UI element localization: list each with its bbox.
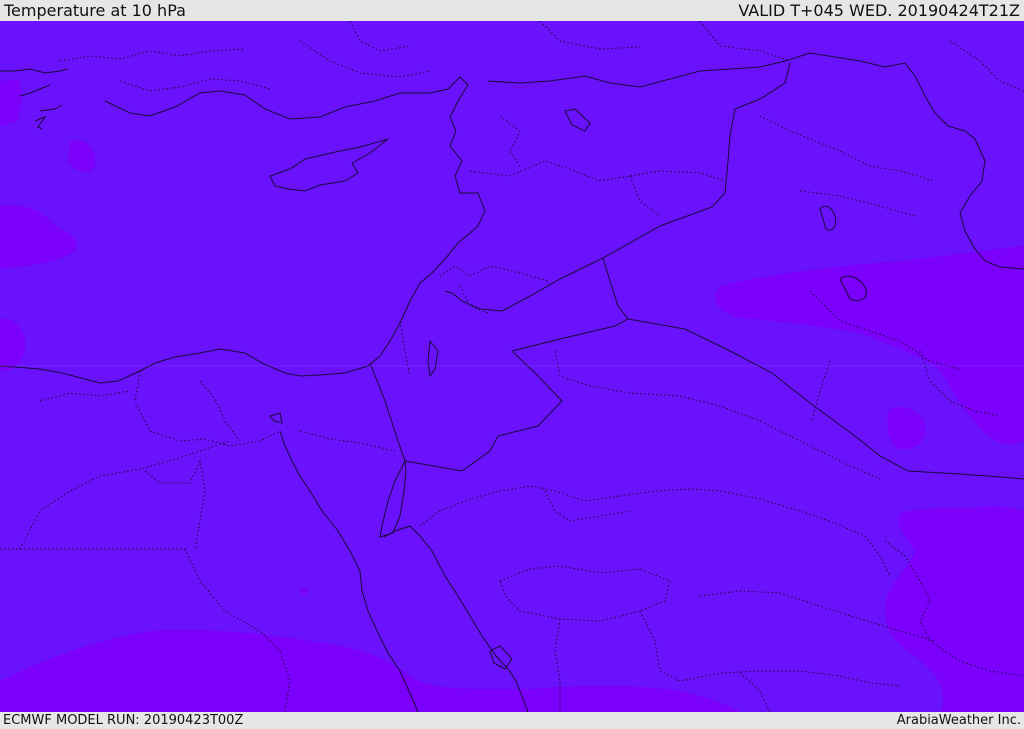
valid-time: VALID T+045 WED. 20190424T21Z xyxy=(738,1,1020,20)
base-field xyxy=(0,21,1024,712)
footer-bar: ECMWF MODEL RUN: 20190423T00Z ArabiaWeat… xyxy=(0,712,1024,729)
map-title: Temperature at 10 hPa xyxy=(4,1,186,20)
model-run-label: ECMWF MODEL RUN: 20190423T00Z xyxy=(3,713,244,728)
weather-map xyxy=(0,21,1024,712)
header-bar: Temperature at 10 hPa VALID T+045 WED. 2… xyxy=(0,0,1024,21)
map-canvas xyxy=(0,21,1024,712)
credit-label: ArabiaWeather Inc. xyxy=(896,713,1021,728)
